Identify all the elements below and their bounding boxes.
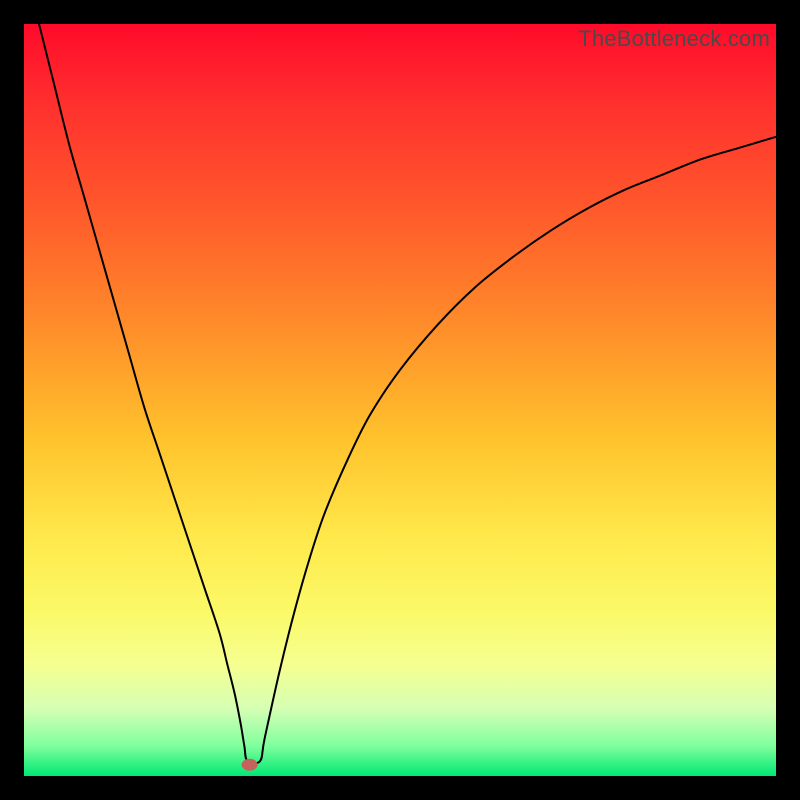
plot-area: TheBottleneck.com [24,24,776,776]
chart-frame: TheBottleneck.com [0,0,800,800]
bottleneck-curve [39,24,776,763]
chart-svg [24,24,776,776]
curve-marker [242,759,258,771]
